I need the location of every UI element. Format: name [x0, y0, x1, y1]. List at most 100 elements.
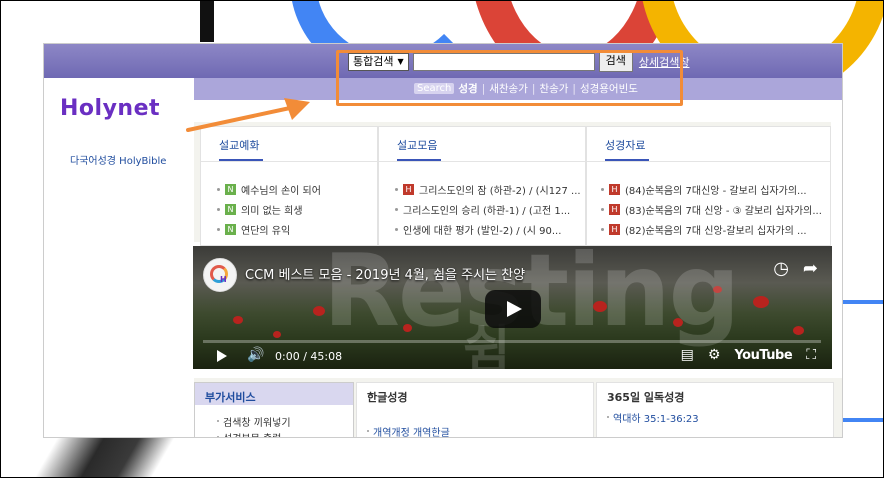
bullet-icon [367, 430, 369, 432]
annotation-arrow-icon [186, 98, 310, 132]
video-time: 0:00 / 45:08 [275, 350, 343, 363]
card-list: H (84)순복음의 7대신앙 - 갈보리 십자가의... H (83)순복음의 7… [601, 179, 822, 239]
flower-decoration [273, 331, 281, 338]
subtitles-icon[interactable]: ▤ [681, 347, 694, 363]
volume-icon[interactable]: 🔊 [247, 347, 264, 363]
bullet-icon [607, 416, 609, 418]
list-item[interactable]: 개역개정 개역한글 [367, 423, 450, 438]
card-sermon-collection: 설교모음 H 그리스도인의 잠 (하관-2) / (시127 ... 그리스도인의… [378, 126, 586, 246]
list-item[interactable]: N 의미 없는 희생 [217, 199, 321, 219]
list-item-text: 그리스도인의 승리 (하관-1) / (고전 1... [403, 205, 571, 217]
box-list: 검색창 끼워넣기 성경본문 출력 [217, 413, 291, 438]
list-item[interactable]: 그리스도인의 승리 (하관-1) / (고전 1... [395, 199, 581, 219]
video-title[interactable]: CCM 베스트 모음 - 2019년 4월, 쉼을 주시는 찬양 [245, 264, 525, 283]
card-title-underline [219, 159, 263, 161]
bullet-icon [395, 187, 398, 191]
box-korean-bible: 한글성경 개역개정 개역한글 [356, 382, 594, 438]
bullet-icon [601, 227, 604, 231]
flower-decoration [233, 316, 243, 324]
list-item[interactable]: H (82)순복음의 7대 신앙-갈보리 십자가의 ... [601, 219, 822, 239]
box-365-reading: 365일 일독성경 역대하 35:1-36:23 [596, 382, 834, 437]
box-title[interactable]: 부가서비스 [205, 389, 256, 405]
bullet-icon [395, 227, 398, 231]
list-item[interactable]: 역대하 35:1-36:23 [607, 409, 699, 425]
hot-tag-icon: H [609, 223, 620, 235]
list-item-text: 의미 없는 희생 [241, 205, 303, 217]
list-item[interactable]: N 연단의 유익 [217, 219, 321, 239]
list-item-text: 인생에 대한 평가 (발인-2) / (시 90... [403, 225, 562, 237]
play-icon[interactable] [217, 350, 227, 362]
list-item-text: 예수님의 손이 되어 [241, 185, 321, 197]
list-item[interactable]: 성경본문 출력 [217, 429, 291, 438]
new-tag-icon: N [225, 183, 236, 195]
hot-tag-icon: H [609, 203, 620, 215]
new-tag-icon: N [225, 223, 236, 235]
list-item[interactable]: 검색창 끼워넣기 [217, 413, 291, 429]
video-controls: 🔊 0:00 / 45:08 ▤ ⚙ YouTube ⛶ [193, 346, 832, 368]
card-list: H 그리스도인의 잠 (하관-2) / (시127 ... 그리스도인의 승리 (… [395, 179, 581, 239]
list-item[interactable]: H 그리스도인의 잠 (하관-2) / (시127 ... [395, 179, 581, 199]
channel-avatar[interactable]: H [203, 258, 237, 292]
card-bible-resources: 성경자료 H (84)순복음의 7대신앙 - 갈보리 십자가의... H (83)순… [586, 126, 831, 246]
box-title[interactable]: 한글성경 [367, 389, 407, 405]
holynet-logo[interactable]: Holynet [60, 96, 160, 121]
flower-decoration [793, 326, 804, 335]
card-title-underline [605, 159, 649, 161]
list-item-text: 개역개정 개역한글 [373, 427, 450, 438]
bullet-icon [217, 227, 220, 231]
card-title[interactable]: 설교예화 [219, 137, 259, 153]
card-divider [201, 161, 377, 162]
bullet-icon [217, 207, 220, 211]
hot-tag-icon: H [609, 183, 620, 195]
card-title[interactable]: 성경자료 [605, 137, 645, 153]
fullscreen-icon[interactable]: ⛶ [806, 347, 816, 363]
list-item[interactable]: H (84)순복음의 7대신앙 - 갈보리 십자가의... [601, 179, 822, 199]
background-line [842, 418, 884, 422]
card-divider [587, 161, 830, 162]
video-right-controls: ▤ ⚙ YouTube ⛶ [681, 347, 816, 363]
bullet-icon [601, 187, 604, 191]
list-item-text: (82)순복음의 7대 신앙-갈보리 십자가의 ... [625, 225, 807, 237]
watch-later-icon[interactable]: ◷ [773, 258, 789, 279]
channel-logo-letter: H [220, 275, 227, 284]
list-item[interactable]: N 예수님의 손이 되어 [217, 179, 321, 199]
card-title-underline [397, 159, 441, 161]
play-icon [507, 301, 522, 317]
play-button[interactable] [485, 290, 541, 328]
box-list: 역대하 35:1-36:23 [607, 409, 699, 425]
card-sermon-illustrations: 설교예화 N 예수님의 손이 되어 N 의미 없는 희생 N 연단의 유익 [200, 126, 378, 246]
card-list: N 예수님의 손이 되어 N 의미 없는 희생 N 연단의 유익 [217, 179, 321, 239]
video-progress-bar[interactable] [203, 340, 821, 343]
card-title[interactable]: 설교모음 [397, 137, 437, 153]
bullet-icon [217, 436, 219, 437]
bullet-icon [217, 420, 219, 422]
list-item-text: (83)순복음의 7대 신앙 - ③ 갈보리 십자가의... [625, 205, 822, 217]
box-title[interactable]: 365일 일독성경 [607, 389, 684, 405]
list-item-text: 성경본문 출력 [223, 430, 281, 438]
youtube-embed[interactable]: Resting 쉼 H CCM 베스트 모음 - 2019년 4월, 쉼을 주시… [193, 246, 832, 369]
list-item[interactable]: H (83)순복음의 7대 신앙 - ③ 갈보리 십자가의... [601, 199, 822, 219]
bullet-icon [217, 187, 220, 191]
list-item[interactable]: 인생에 대한 평가 (발인-2) / (시 90... [395, 219, 581, 239]
bullet-icon [395, 207, 398, 211]
hot-tag-icon: H [403, 183, 414, 195]
annotation-highlight-box [336, 50, 683, 106]
new-tag-icon: N [225, 203, 236, 215]
list-item-text: 그리스도인의 잠 (하관-2) / (시127 ... [419, 185, 581, 197]
multilang-bible-link[interactable]: 다국어성경 HolyBible [70, 152, 166, 167]
card-divider [379, 161, 585, 162]
list-item-text: 역대하 35:1-36:23 [613, 413, 699, 425]
gear-icon[interactable]: ⚙ [708, 347, 721, 363]
background-shape-dark [0, 436, 210, 478]
list-item-text: (84)순복음의 7대신앙 - 갈보리 십자가의... [625, 185, 807, 197]
background-shape-dark [200, 0, 214, 42]
flower-decoration [753, 296, 769, 308]
bullet-icon [601, 207, 604, 211]
box-list: 개역개정 개역한글 [367, 423, 450, 438]
list-item-text: 검색창 끼워넣기 [223, 417, 291, 429]
share-icon[interactable]: ➦ [803, 258, 818, 279]
background-line [842, 300, 884, 304]
list-item-text: 연단의 유익 [241, 225, 291, 237]
youtube-logo[interactable]: YouTube [734, 348, 792, 363]
video-top-actions: ◷ ➦ [773, 258, 818, 279]
